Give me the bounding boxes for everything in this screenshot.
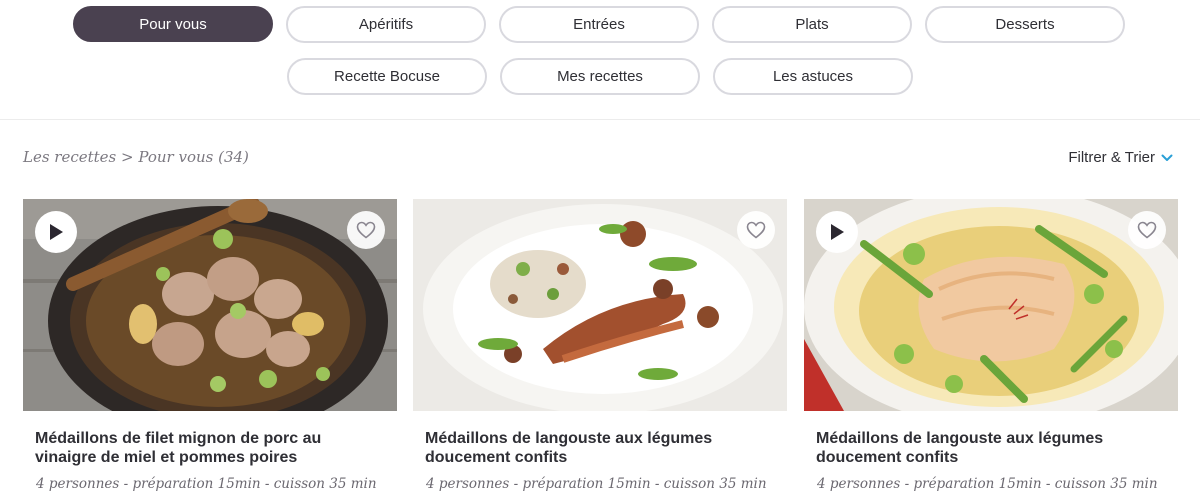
recipe-meta: 4 personnes - préparation 15min - cuisso…	[817, 476, 1158, 492]
fish-risotto-plate-photo	[804, 199, 1178, 411]
heart-icon	[746, 221, 766, 239]
category-tabs: Pour vous Apéritifs Entrées Plats Desser…	[0, 0, 1200, 120]
recipe-title[interactable]: Médaillons de filet mignon de porc au vi…	[35, 429, 385, 467]
filter-sort-button[interactable]: Filtrer & Trier	[1068, 149, 1173, 166]
favorite-button[interactable]	[347, 211, 385, 249]
recipe-meta: 4 personnes - préparation 15min - cuisso…	[36, 476, 377, 492]
play-icon	[831, 224, 844, 240]
recipe-card[interactable]: Médaillons de filet mignon de porc au vi…	[23, 199, 397, 500]
play-video-button[interactable]	[35, 211, 77, 253]
favorite-button[interactable]	[737, 211, 775, 249]
langouste-plate-photo	[413, 199, 787, 411]
recipe-title[interactable]: Médaillons de langouste aux légumes douc…	[425, 429, 775, 467]
listing-header: Les recettes > Pour vous (34) Filtrer & …	[23, 148, 1178, 172]
tab-plats[interactable]: Plats	[712, 6, 912, 43]
recipe-image[interactable]	[413, 199, 787, 411]
recipe-title[interactable]: Médaillons de langouste aux légumes douc…	[816, 429, 1166, 467]
heart-icon	[356, 221, 376, 239]
tab-mes-recettes[interactable]: Mes recettes	[500, 58, 700, 95]
recipe-image[interactable]	[23, 199, 397, 411]
tab-entrees[interactable]: Entrées	[499, 6, 699, 43]
filter-sort-label: Filtrer & Trier	[1068, 149, 1155, 166]
play-icon	[50, 224, 63, 240]
tab-pour-vous[interactable]: Pour vous	[73, 6, 273, 42]
breadcrumb[interactable]: Les recettes > Pour vous (34)	[23, 148, 249, 166]
favorite-button[interactable]	[1128, 211, 1166, 249]
recipe-card[interactable]: Médaillons de langouste aux légumes douc…	[413, 199, 787, 500]
heart-icon	[1137, 221, 1157, 239]
chevron-down-icon	[1161, 154, 1173, 161]
tab-les-astuces[interactable]: Les astuces	[713, 58, 913, 95]
tab-desserts[interactable]: Desserts	[925, 6, 1125, 43]
play-video-button[interactable]	[816, 211, 858, 253]
tab-recette-bocuse[interactable]: Recette Bocuse	[287, 58, 487, 95]
tab-aperitifs[interactable]: Apéritifs	[286, 6, 486, 43]
recipe-meta: 4 personnes - préparation 15min - cuisso…	[426, 476, 767, 492]
pork-medallions-pan-photo	[23, 199, 397, 411]
recipe-image[interactable]	[804, 199, 1178, 411]
recipe-card[interactable]: Médaillons de langouste aux légumes douc…	[804, 199, 1178, 500]
